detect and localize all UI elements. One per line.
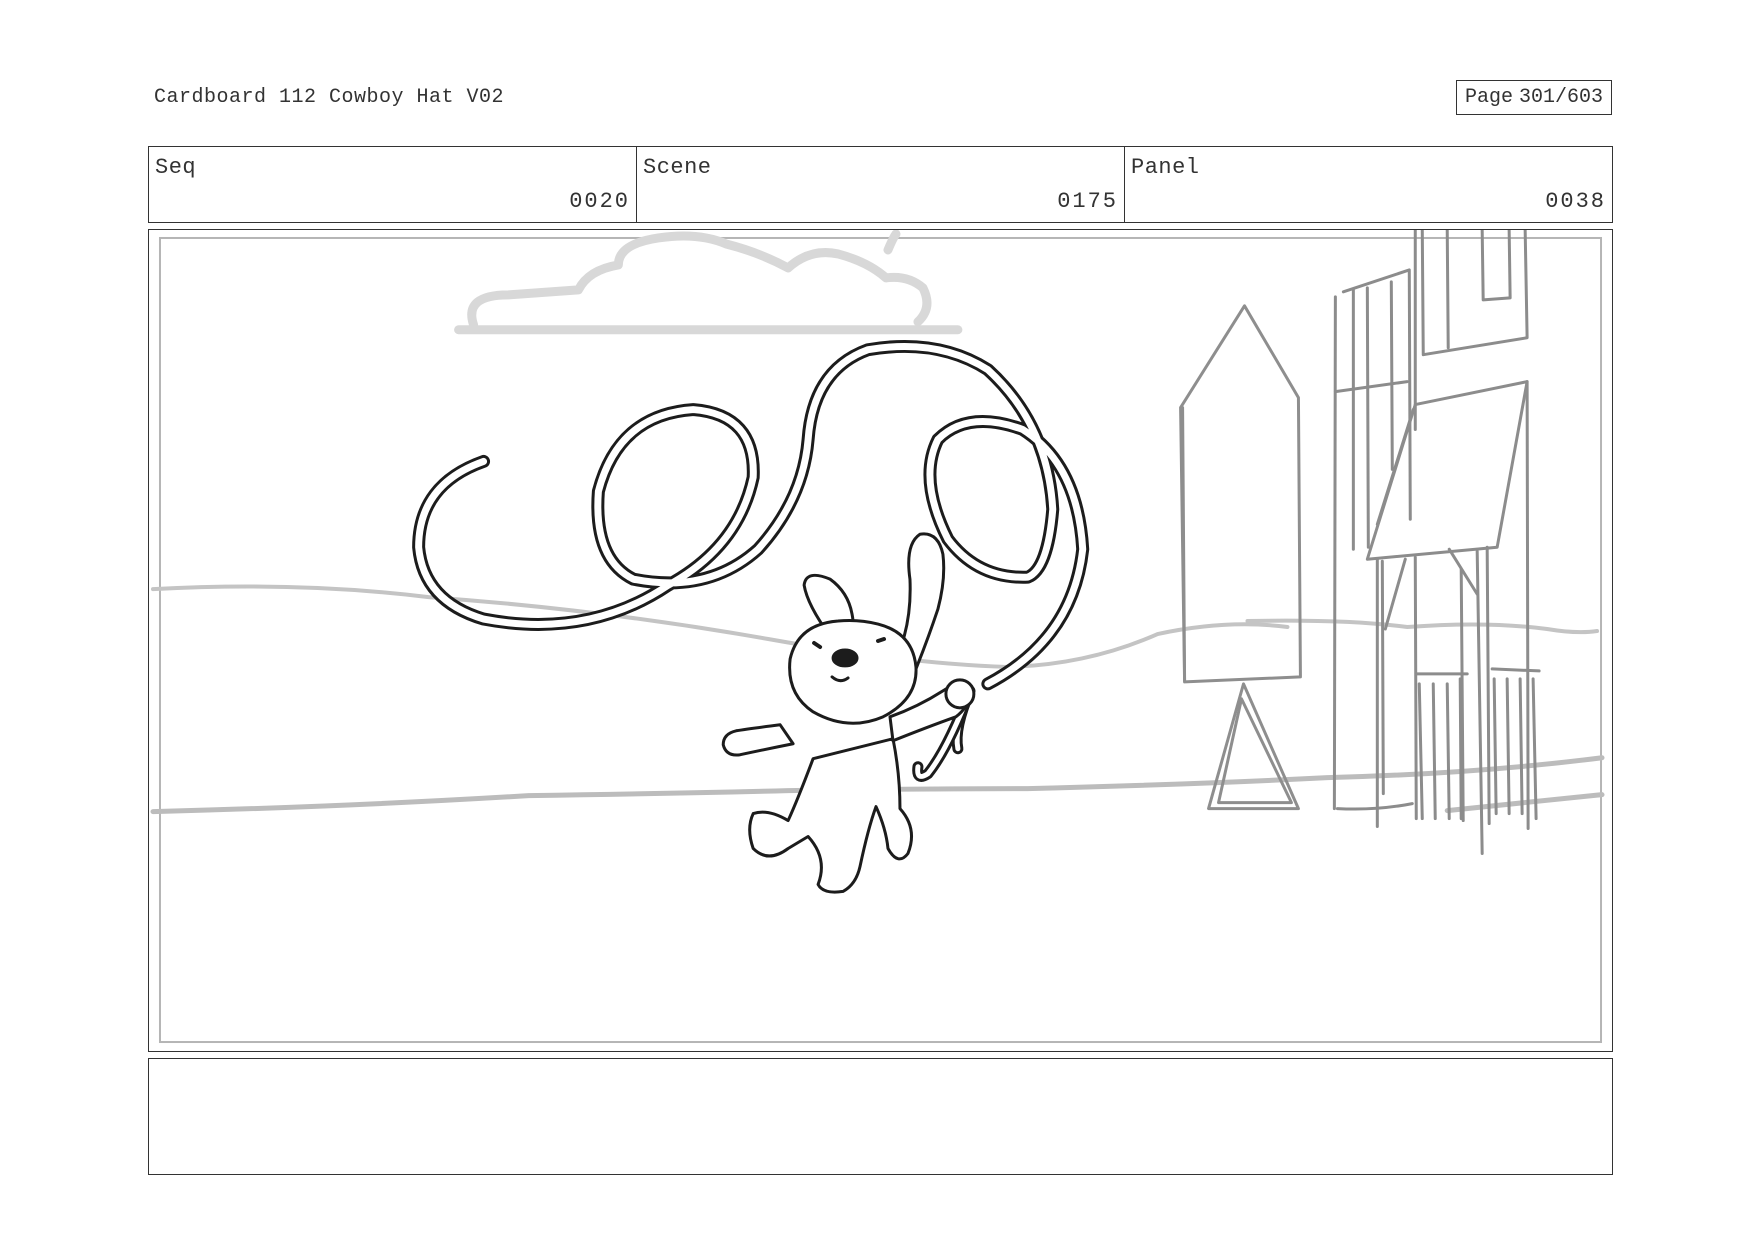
- rabbit-nose: [831, 648, 859, 668]
- scene-cell: Scene 0175: [637, 147, 1125, 222]
- panel-info-row: Seq 0020 Scene 0175 Panel 0038: [148, 146, 1613, 223]
- panel-label: Panel: [1131, 155, 1200, 180]
- building-sketch: [1332, 230, 1541, 855]
- storyboard-frame: [148, 229, 1613, 1052]
- cloud-sketch: [454, 230, 963, 335]
- seq-cell: Seq 0020: [149, 147, 637, 222]
- page-word: Page: [1464, 86, 1513, 109]
- scene-label: Scene: [643, 155, 712, 180]
- seq-value: 0020: [569, 189, 630, 214]
- seq-label: Seq: [155, 155, 197, 180]
- panel-value: 0038: [1545, 189, 1606, 214]
- rabbit-character: [721, 532, 976, 894]
- scene-value: 0175: [1057, 189, 1118, 214]
- storyboard-sketch: [150, 230, 1605, 1044]
- signpost-sketch: [1179, 304, 1302, 811]
- document-title: Cardboard 112 Cowboy Hat V02: [154, 86, 505, 109]
- page-number: 301/603: [1519, 86, 1604, 109]
- lasso-rope: [412, 339, 1090, 782]
- notes-box: [148, 1058, 1613, 1175]
- panel-cell: Panel 0038: [1125, 147, 1612, 222]
- page-indicator: Page 301/603: [1456, 80, 1612, 115]
